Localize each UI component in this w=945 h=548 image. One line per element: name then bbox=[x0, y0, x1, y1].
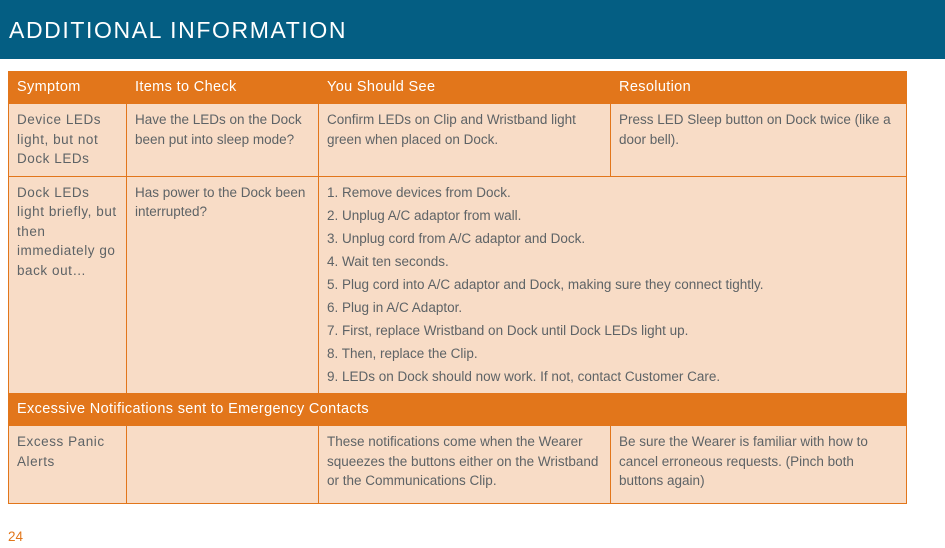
cell-resolution: Press LED Sleep button on Dock twice (li… bbox=[610, 103, 907, 177]
table-row: Excess Panic Alerts These notifications … bbox=[8, 425, 907, 504]
cell-items-to-check bbox=[126, 425, 319, 504]
list-item: 1. Remove devices from Dock. bbox=[327, 184, 511, 200]
column-header-you-should-see: You Should See bbox=[318, 71, 611, 104]
column-header-items-to-check: Items to Check bbox=[126, 71, 319, 104]
cell-you-should-see: Confirm LEDs on Clip and Wristband light… bbox=[318, 103, 611, 177]
list-item: 7. First, replace Wristband on Dock unti… bbox=[327, 322, 689, 338]
cell-you-should-see: These notifications come when the Wearer… bbox=[318, 425, 611, 504]
cell-symptom: Device LEDs light, but not Dock LEDs bbox=[8, 103, 127, 177]
resolution-step-list: 1. Remove devices from Dock. 2. Unplug A… bbox=[327, 183, 898, 387]
list-item: 9. LEDs on Dock should now work. If not,… bbox=[327, 368, 721, 384]
troubleshooting-table: Symptom Items to Check You Should See Re… bbox=[8, 71, 907, 504]
page-title: ADDITIONAL INFORMATION bbox=[9, 17, 348, 43]
list-item: 3. Unplug cord from A/C adaptor and Dock… bbox=[327, 230, 586, 246]
cell-symptom: Dock LEDs light briefly, but then immedi… bbox=[8, 175, 127, 394]
list-item: 2. Unplug A/C adaptor from wall. bbox=[327, 207, 522, 223]
table-section-header-row: Excessive Notifications sent to Emergenc… bbox=[8, 393, 907, 426]
additional-information-table-wrapper: Symptom Items to Check You Should See Re… bbox=[8, 71, 907, 504]
list-item: 8. Then, replace the Clip. bbox=[327, 345, 478, 361]
table-header-row: Symptom Items to Check You Should See Re… bbox=[8, 71, 907, 104]
page-number: 24 bbox=[8, 529, 24, 544]
section-header-label: Excessive Notifications sent to Emergenc… bbox=[8, 393, 907, 426]
cell-items-to-check: Have the LEDs on the Dock been put into … bbox=[126, 103, 319, 177]
cell-resolution-steps: 1. Remove devices from Dock. 2. Unplug A… bbox=[318, 175, 907, 394]
list-item: 4. Wait ten seconds. bbox=[327, 253, 449, 269]
column-header-resolution: Resolution bbox=[610, 71, 907, 104]
table-row: Dock LEDs light briefly, but then immedi… bbox=[8, 175, 907, 394]
page-header-banner: ADDITIONAL INFORMATION bbox=[0, 0, 945, 59]
cell-items-to-check: Has power to the Dock been interrupted? bbox=[126, 175, 319, 394]
list-item: 5. Plug cord into A/C adaptor and Dock, … bbox=[327, 276, 764, 292]
table-row: Device LEDs light, but not Dock LEDs Hav… bbox=[8, 103, 907, 177]
cell-resolution: Be sure the Wearer is familiar with how … bbox=[610, 425, 907, 504]
cell-symptom: Excess Panic Alerts bbox=[8, 425, 127, 504]
list-item: 6. Plug in A/C Adaptor. bbox=[327, 299, 463, 315]
column-header-symptom: Symptom bbox=[8, 71, 127, 104]
